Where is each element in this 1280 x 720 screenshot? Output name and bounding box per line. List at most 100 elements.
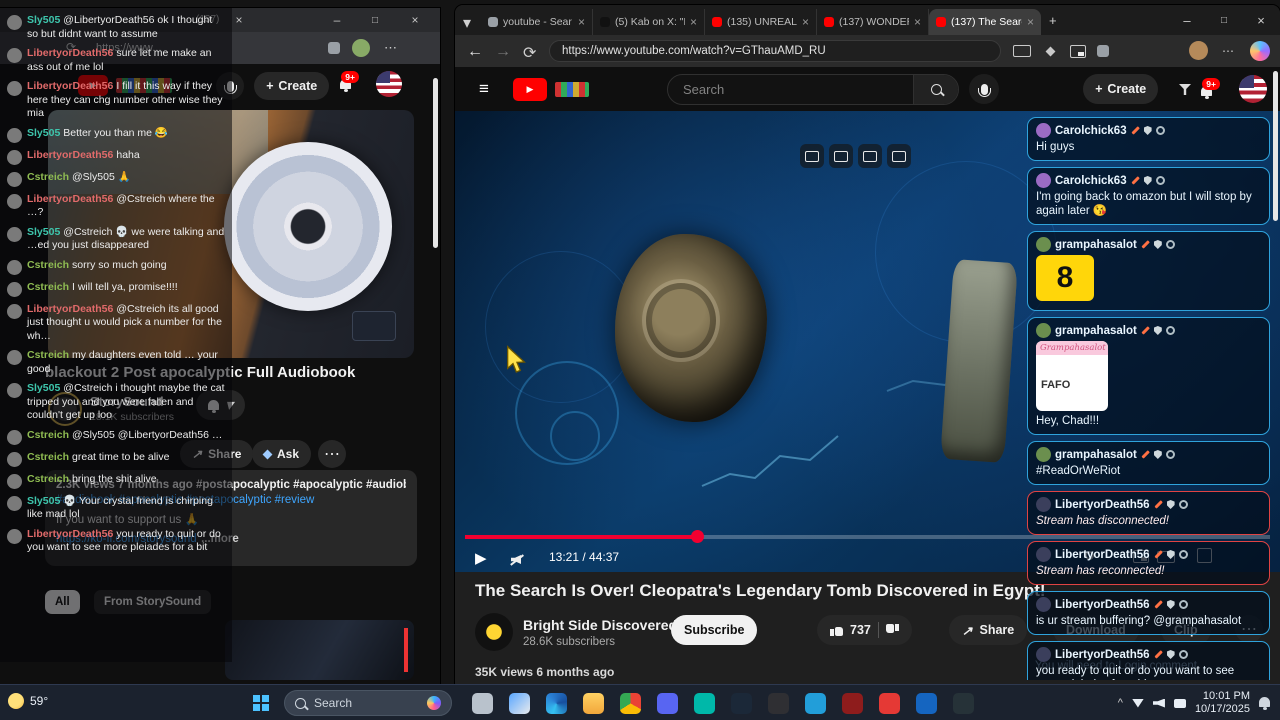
- like-dislike-buttons[interactable]: 737: [817, 615, 912, 645]
- chat-username[interactable]: Cstreich: [27, 429, 69, 441]
- chat-message[interactable]: Sly505 Better you than me 😂: [7, 127, 225, 143]
- next-video-thumbnail[interactable]: [225, 620, 414, 680]
- chat-username[interactable]: LibertyorDeath56: [27, 47, 113, 59]
- new-tab-icon[interactable]: [1049, 13, 1057, 28]
- extensions-icon[interactable]: [1097, 45, 1109, 57]
- browser-tab[interactable]: youtube - Sear: [481, 9, 593, 35]
- chat-message[interactable]: LibertyorDeath56 I fill it this way if th…: [7, 80, 225, 121]
- back-icon[interactable]: [467, 43, 483, 61]
- wifi-icon[interactable]: [1131, 698, 1144, 708]
- chat-username[interactable]: Sly505: [27, 127, 60, 139]
- favorites-icon[interactable]: [1039, 40, 1061, 62]
- chat-message[interactable]: Sly505 @LibertyorDeath56 ok I thought so …: [7, 14, 225, 41]
- chat-message[interactable]: Cstreich great time to be alive: [7, 451, 225, 467]
- taskbar-app-icon[interactable]: [540, 688, 573, 718]
- chat-username[interactable]: Cstreich: [27, 259, 69, 271]
- chat-username[interactable]: LibertyorDeath56: [1055, 499, 1150, 511]
- chat-username[interactable]: LibertyorDeath56: [27, 528, 113, 540]
- mic-icon[interactable]: [969, 74, 999, 104]
- gear-icon[interactable]: [1178, 550, 1188, 559]
- start-button[interactable]: [244, 690, 278, 716]
- url-bar[interactable]: https://www.youtube.com/watch?v=GThauAMD…: [549, 40, 1001, 62]
- minimize-icon[interactable]: [320, 8, 354, 32]
- filter-funnel-icon[interactable]: [1179, 84, 1191, 95]
- chat-username[interactable]: LibertyorDeath56: [1055, 549, 1150, 561]
- volume-icon[interactable]: [1152, 698, 1165, 708]
- create-button[interactable]: Create: [1083, 74, 1159, 104]
- volume-muted-icon[interactable]: [511, 555, 521, 564]
- chat-username[interactable]: LibertyorDeath56: [27, 149, 113, 161]
- chat-message[interactable]: Cstreich my daughters even told … your go…: [7, 349, 225, 376]
- chat-message-card[interactable]: Carolchick63 I'm going back to omazon but…: [1027, 167, 1270, 225]
- taskbar-app-icon[interactable]: [873, 688, 906, 718]
- thumbs-down-icon[interactable]: [886, 624, 899, 636]
- taskbar-app-icon[interactable]: [651, 688, 684, 718]
- taskbar-app-icon[interactable]: [799, 688, 832, 718]
- chat-username[interactable]: Sly505: [27, 382, 60, 394]
- subtitles-icon[interactable]: [829, 144, 853, 168]
- channel-name[interactable]: Bright Side Discovered: [523, 617, 677, 633]
- chat-username[interactable]: Carolchick63: [1055, 125, 1127, 137]
- profile-avatar[interactable]: [1239, 75, 1267, 103]
- browser-tab[interactable]: (5) Kab on X: "B: [593, 9, 705, 35]
- tab-close-icon[interactable]: [578, 15, 585, 29]
- chat-username[interactable]: Sly505: [27, 14, 60, 26]
- tab-close-icon[interactable]: [802, 15, 809, 29]
- chat-username[interactable]: grampahasalot: [1055, 239, 1137, 251]
- tab-close-icon[interactable]: [1027, 15, 1034, 29]
- chat-username[interactable]: LibertyorDeath56: [27, 193, 113, 205]
- search-input[interactable]: Search: [667, 74, 959, 105]
- chat-message[interactable]: Cstreich @Sly505 🙏: [7, 171, 225, 187]
- gear-icon[interactable]: [1155, 126, 1165, 135]
- chat-username[interactable]: LibertyorDeath56: [1055, 649, 1150, 661]
- tray-overflow-icon[interactable]: [1118, 697, 1123, 709]
- thumbs-up-icon[interactable]: [830, 624, 843, 636]
- split-screen-icon[interactable]: [1011, 40, 1033, 62]
- notification-center-icon[interactable]: [1259, 694, 1270, 712]
- transcript-icon[interactable]: [858, 144, 882, 168]
- translate-icon[interactable]: [887, 144, 911, 168]
- browser-tab[interactable]: (137) WONDER: [817, 9, 929, 35]
- chat-message-card[interactable]: grampahasalot FAFOGrampahasalot FAFO Hey, C…: [1027, 317, 1270, 435]
- chat-username[interactable]: Cstreich: [27, 281, 69, 293]
- chat-username[interactable]: Cstreich: [27, 451, 69, 463]
- share-button[interactable]: Share: [949, 615, 1028, 645]
- chat-message-card[interactable]: LibertyorDeath56 Stream has disconnected!: [1027, 491, 1270, 535]
- taskbar-app-icon[interactable]: [577, 688, 610, 718]
- taskbar-app-icon[interactable]: [614, 688, 647, 718]
- chat-message[interactable]: LibertyorDeath56 sure let me make an ass …: [7, 47, 225, 74]
- chat-message-card[interactable]: grampahasalot #ReadOrWeRiot: [1027, 441, 1270, 485]
- maximize-icon[interactable]: [358, 8, 392, 32]
- ask-button[interactable]: Ask: [252, 440, 312, 468]
- create-button[interactable]: Create: [254, 72, 330, 100]
- chat-message-card[interactable]: LibertyorDeath56 Stream has reconnected!: [1027, 541, 1270, 585]
- scrollbar-thumb[interactable]: [433, 78, 438, 248]
- extensions-icon[interactable]: [328, 42, 340, 54]
- gear-icon[interactable]: [1165, 240, 1175, 249]
- youtube-logo[interactable]: [513, 78, 547, 101]
- more-actions-icon[interactable]: [318, 440, 346, 468]
- gear-icon[interactable]: [1165, 450, 1175, 459]
- chat-message[interactable]: LibertyorDeath56 you ready to quit or do …: [7, 528, 225, 555]
- forward-icon[interactable]: [495, 43, 511, 61]
- taskbar-app-icon[interactable]: [910, 688, 943, 718]
- chat-username[interactable]: LibertyorDeath56: [1055, 599, 1150, 611]
- chat-message[interactable]: Sly505 @Cstreich 💀 we were talking and …e…: [7, 226, 225, 253]
- notifications-bell-icon[interactable]: 9+: [340, 71, 359, 94]
- taskbar-app-icon[interactable]: [836, 688, 869, 718]
- browser-menu-icon[interactable]: [384, 40, 397, 56]
- chat-message-card[interactable]: LibertyorDeath56 you ready to quit or do …: [1027, 641, 1270, 680]
- profile-avatar[interactable]: [1189, 41, 1208, 60]
- chat-username[interactable]: Cstreich: [27, 349, 69, 361]
- chat-message[interactable]: Cstreich sorry so much going: [7, 259, 225, 275]
- close-icon[interactable]: [1243, 5, 1279, 35]
- taskbar-app-icon[interactable]: [762, 688, 795, 718]
- gear-icon[interactable]: [1178, 600, 1188, 609]
- taskbar-search[interactable]: Search: [284, 690, 452, 716]
- chat-message[interactable]: Cstreich bring the shit alive: [7, 473, 225, 489]
- chat-username[interactable]: Carolchick63: [1055, 175, 1127, 187]
- taskbar-app-icon[interactable]: [503, 688, 536, 718]
- profile-avatar[interactable]: [352, 39, 370, 57]
- minimize-icon[interactable]: [1169, 5, 1205, 35]
- maximize-icon[interactable]: [1206, 5, 1242, 35]
